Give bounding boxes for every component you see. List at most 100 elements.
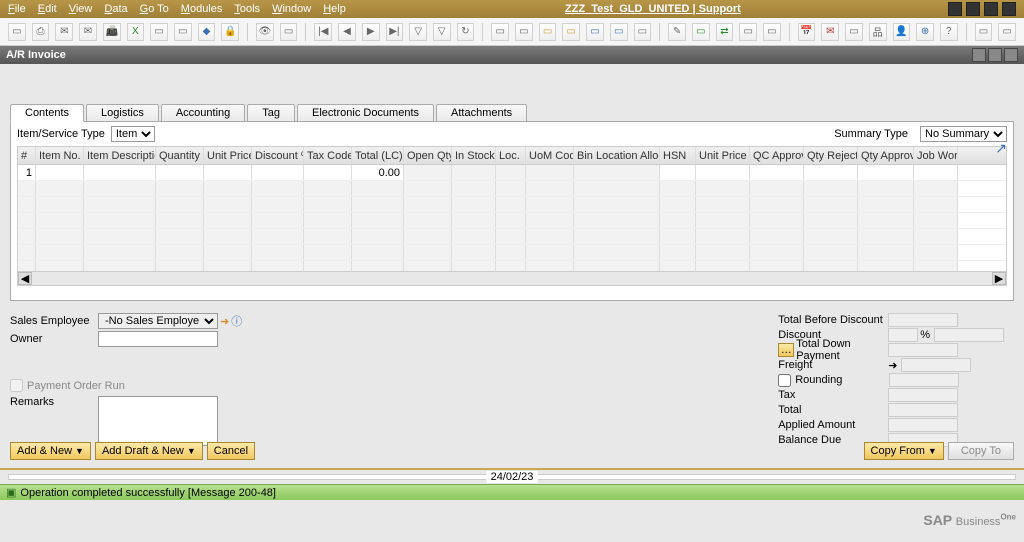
grid-cell[interactable]	[496, 229, 526, 244]
ui-config-icon[interactable]: ▭	[739, 23, 757, 41]
grid-cell[interactable]	[660, 213, 696, 228]
grid-col-7[interactable]: Total (LC)	[352, 147, 404, 164]
grid-col-1[interactable]: Item No.	[36, 147, 84, 164]
discount-pct-input[interactable]	[888, 328, 918, 342]
tab-electronic-documents[interactable]: Electronic Documents	[297, 104, 434, 122]
refresh-icon[interactable]: ↻	[457, 23, 475, 41]
freight-link-icon[interactable]: ➜	[888, 359, 897, 372]
grid-col-6[interactable]: Tax Code	[304, 147, 352, 164]
menu-file[interactable]: File	[8, 3, 26, 15]
grid-cell[interactable]	[84, 245, 156, 260]
grid-cell[interactable]	[804, 197, 858, 212]
grid-cell[interactable]	[352, 181, 404, 196]
grid-col-10[interactable]: Loc.	[496, 147, 526, 164]
grid-col-3[interactable]: Quantity	[156, 147, 204, 164]
messages-icon[interactable]: ✉	[821, 23, 839, 41]
print-icon[interactable]: ⎙	[32, 23, 50, 41]
grid-cell[interactable]	[574, 261, 660, 271]
grid-cell[interactable]	[252, 181, 304, 196]
grid-col-14[interactable]: Unit Price 2	[696, 147, 750, 164]
grid-cell[interactable]	[452, 245, 496, 260]
grid-horizontal-scrollbar[interactable]: ◀ ▶	[18, 271, 1006, 285]
table-row[interactable]	[18, 181, 1006, 197]
tab-attachments[interactable]: Attachments	[436, 104, 527, 122]
grid-cell[interactable]	[18, 181, 36, 196]
grid-cell[interactable]	[18, 213, 36, 228]
sms-icon[interactable]: ✉	[79, 23, 97, 41]
sales-employee-link-icon[interactable]: ➜	[220, 315, 229, 328]
add-mode-icon[interactable]: ▭	[280, 23, 298, 41]
menu-tools[interactable]: Tools	[234, 3, 260, 15]
grid-cell[interactable]	[660, 197, 696, 212]
grid-cell[interactable]	[204, 229, 252, 244]
grid-cell[interactable]	[804, 261, 858, 271]
prev-record-icon[interactable]: ◀	[338, 23, 356, 41]
grid-cell[interactable]	[660, 165, 696, 180]
grid-cell[interactable]	[804, 245, 858, 260]
calendar-icon[interactable]: 📅	[798, 23, 816, 41]
grid-cell[interactable]	[660, 229, 696, 244]
grid-cell[interactable]	[304, 165, 352, 180]
table-row[interactable]	[18, 213, 1006, 229]
grid-cell[interactable]	[858, 245, 914, 260]
payment-icon[interactable]: ▭	[586, 23, 604, 41]
grid-col-17[interactable]: Qty Approved	[858, 147, 914, 164]
tab-logistics[interactable]: Logistics	[86, 104, 159, 122]
grid-cell[interactable]	[84, 165, 156, 180]
grid-cell[interactable]	[526, 261, 574, 271]
grid-cell[interactable]	[252, 213, 304, 228]
window-minimize-icon[interactable]	[972, 48, 986, 62]
menu-window[interactable]: Window	[272, 3, 311, 15]
grid-cell[interactable]	[252, 245, 304, 260]
my-personal-icon[interactable]: 👤	[893, 23, 911, 41]
grid-cell[interactable]	[36, 245, 84, 260]
copy-to-button[interactable]: Copy To	[948, 442, 1014, 460]
grid-cell[interactable]	[496, 197, 526, 212]
grid-cell[interactable]	[304, 181, 352, 196]
grid-cell[interactable]	[452, 165, 496, 180]
grid-cell[interactable]	[526, 165, 574, 180]
grid-cell[interactable]	[750, 181, 804, 196]
window-maximize-icon[interactable]	[988, 48, 1002, 62]
grid-col-9[interactable]: In Stock	[452, 147, 496, 164]
grid-cell[interactable]	[156, 197, 204, 212]
first-record-icon[interactable]: |◀	[314, 23, 332, 41]
menu-view[interactable]: View	[69, 3, 93, 15]
grid-cell[interactable]	[18, 261, 36, 271]
grid-cell[interactable]	[204, 261, 252, 271]
grid-cell[interactable]	[84, 181, 156, 196]
grid-cell[interactable]	[36, 181, 84, 196]
grid-cell[interactable]	[18, 229, 36, 244]
scroll-track[interactable]	[32, 272, 992, 285]
form-settings-icon[interactable]: ⇄	[716, 23, 734, 41]
gross-profit-icon[interactable]: ▭	[610, 23, 628, 41]
app-close-icon[interactable]	[1002, 2, 1016, 16]
grid-cell[interactable]	[858, 181, 914, 196]
table-row[interactable]	[18, 197, 1006, 213]
grid-cell[interactable]	[496, 261, 526, 271]
menu-help[interactable]: Help	[323, 3, 346, 15]
payment-order-run-checkbox[interactable]	[10, 379, 23, 392]
export-word-icon[interactable]: ▭	[174, 23, 192, 41]
grid-cell[interactable]	[574, 197, 660, 212]
alerts-icon[interactable]: ▭	[845, 23, 863, 41]
grid-cell[interactable]	[660, 261, 696, 271]
grid-cell[interactable]	[452, 213, 496, 228]
grid-cell[interactable]	[496, 165, 526, 180]
grid-cell[interactable]	[252, 165, 304, 180]
grid-cell[interactable]	[156, 213, 204, 228]
support-icon[interactable]: ▭	[998, 23, 1016, 41]
grid-cell[interactable]	[36, 165, 84, 180]
grid-cell[interactable]	[404, 181, 452, 196]
last-record-icon[interactable]: ▶|	[386, 23, 404, 41]
volume-weight-icon[interactable]: ▭	[634, 23, 652, 41]
grid-cell[interactable]	[352, 245, 404, 260]
table-row[interactable]: 10.00	[18, 165, 1006, 181]
grid-cell[interactable]	[574, 229, 660, 244]
tab-tag[interactable]: Tag	[247, 104, 295, 122]
grid-cell[interactable]	[914, 261, 958, 271]
grid-cell[interactable]	[452, 229, 496, 244]
grid-cell[interactable]	[304, 261, 352, 271]
add-draft-and-new-button[interactable]: Add Draft & New▼	[95, 442, 203, 460]
grid-cell[interactable]	[452, 197, 496, 212]
